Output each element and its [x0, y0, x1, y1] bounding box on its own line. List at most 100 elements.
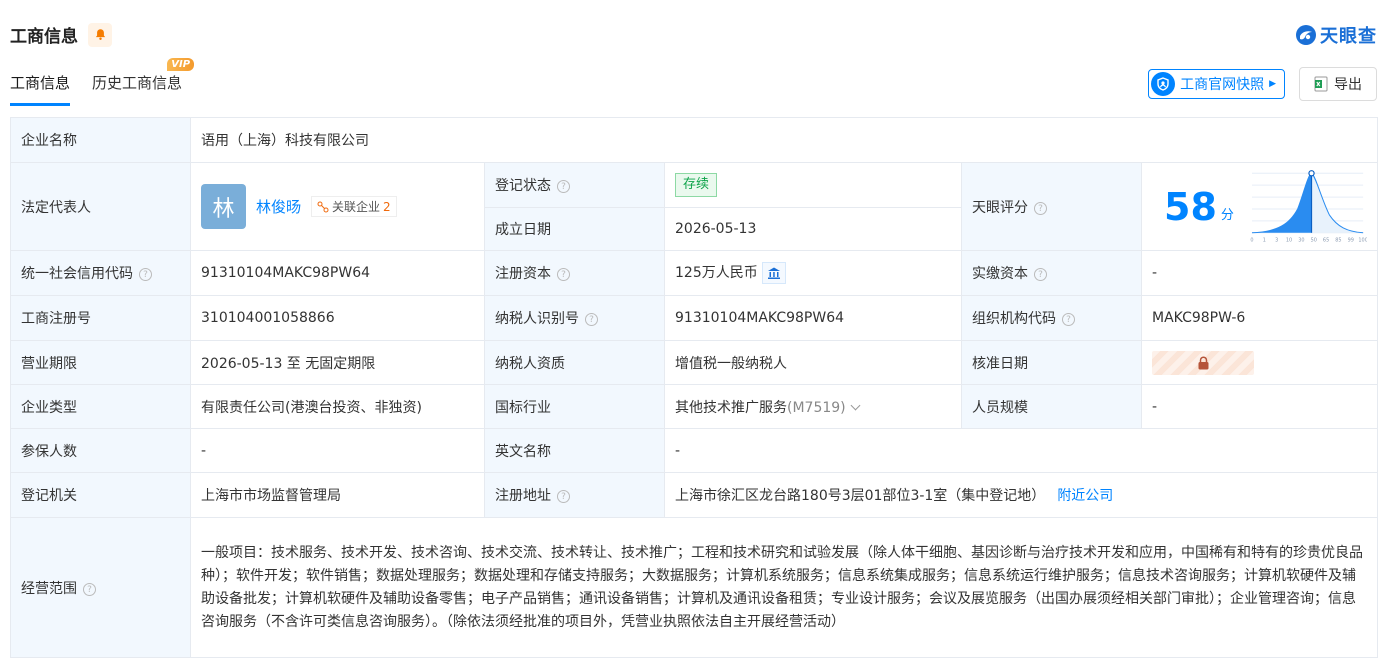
tab-bar: 工商信息 历史工商信息 VIP [10, 58, 195, 106]
official-snapshot-button[interactable]: 工商官网快照 ▶ [1148, 69, 1285, 99]
table-row: 登记机关 上海市市场监督管理局 注册地址? 上海市徐汇区龙台路180号3层01部… [10, 472, 1379, 518]
help-icon[interactable]: ? [557, 490, 570, 503]
label-founded: 成立日期 [484, 207, 665, 251]
bell-icon[interactable] [88, 22, 112, 47]
brand-logo: 天眼查 [1295, 22, 1377, 48]
help-icon[interactable]: ? [1034, 201, 1047, 215]
snapshot-label: 工商官网快照 [1180, 77, 1265, 93]
label-text: 天眼评分 [972, 199, 1028, 216]
approve-date-cell [1140, 340, 1379, 385]
score-axis-tick: 99 [1348, 237, 1354, 243]
help-icon[interactable]: ? [83, 582, 96, 596]
industry-cell[interactable]: 其他技术推广服务(M7519) [664, 384, 962, 429]
label-text: 纳税人识别号 [495, 311, 579, 327]
business-scope: 一般项目：技术服务、技术开发、技术咨询、技术交流、技术转让、技术推广；工程和技术… [189, 517, 1379, 658]
label-term: 营业期限 [10, 340, 191, 385]
business-info-table: 企业名称 语用（上海）科技有限公司 法定代表人 林 林俊旸 关联企业 2 登记状… [10, 117, 1379, 658]
bank-icon[interactable] [761, 262, 786, 284]
reg-status-cell: 存续 [664, 162, 962, 208]
caret-right-icon: ▶ [1269, 79, 1276, 89]
vip-badge: VIP [167, 58, 195, 71]
label-text: 注册资本 [495, 266, 551, 282]
score-axis-tick: 50 [1310, 237, 1316, 243]
section-header: 工商信息 [10, 22, 112, 47]
address-cell: 上海市徐汇区龙台路180号3层01部位3-1室（集中登记地） 附近公司 [663, 472, 1379, 518]
tab-label: 历史工商信息 [92, 74, 183, 92]
locked-value[interactable] [1152, 350, 1254, 375]
nearby-companies-link[interactable]: 附近公司 [1057, 488, 1113, 504]
label-legal-rep: 法定代表人 [10, 162, 191, 251]
related-label: 关联企业 [332, 200, 381, 214]
tianyancha-logo-icon [1296, 25, 1316, 45]
label-company-name: 企业名称 [10, 117, 191, 163]
reg-no: 310104001058866 [190, 295, 485, 341]
label-reg-no: 工商注册号 [10, 295, 191, 341]
tab-business-info[interactable]: 工商信息 [10, 72, 71, 106]
label-taxpayer: 纳税人资质 [484, 340, 665, 385]
related-companies-button[interactable]: 关联企业 2 [311, 196, 397, 217]
help-icon[interactable]: ? [1062, 313, 1075, 326]
table-row: 经营范围? 一般项目：技术服务、技术开发、技术咨询、技术交流、技术转让、技术推广… [10, 517, 1379, 658]
export-label: 导出 [1334, 77, 1362, 93]
shield-user-icon [1151, 72, 1176, 96]
help-icon[interactable]: ? [557, 268, 570, 281]
score-axis-tick: 65 [1323, 237, 1329, 243]
org-code: MAKC98PW-6 [1140, 295, 1379, 341]
english-name: - [663, 428, 1379, 473]
table-row: 企业类型 有限责任公司(港澳台投资、非独资) 国标行业 其他技术推广服务(M75… [10, 384, 1379, 429]
legal-rep-name-link[interactable]: 林俊旸 [256, 196, 301, 217]
label-org-code: 组织机构代码? [961, 295, 1142, 341]
label-text: 注册地址 [495, 488, 551, 504]
score-axis-tick: 30 [1298, 237, 1304, 243]
table-row: 营业期限 2026-05-13 至 无固定期限 纳税人资质 增值税一般纳税人 核… [10, 340, 1379, 385]
help-icon[interactable]: ? [557, 180, 570, 193]
score-distribution-chart: 0 1 3 10 30 50 65 85 99 100 [1250, 169, 1367, 243]
reg-authority: 上海市市场监督管理局 [190, 472, 485, 518]
paid-capital: - [1140, 250, 1379, 296]
lock-icon [1198, 356, 1208, 369]
excel-icon [1314, 76, 1328, 92]
score-axis-tick: 100 [1358, 237, 1367, 243]
score-axis-tick: 1 [1263, 237, 1266, 243]
label-paid-capital: 实缴资本? [961, 250, 1142, 296]
chevron-down-icon[interactable] [850, 400, 861, 410]
capital-cell: 125万人民币 [664, 250, 962, 296]
relation-icon [317, 201, 329, 212]
label-text: 实缴资本 [972, 266, 1028, 282]
table-row: 法定代表人 林 林俊旸 关联企业 2 登记状态? 存续 天眼评分? 58 分 0… [10, 162, 1379, 251]
label-insured: 参保人数 [10, 428, 191, 473]
founded-date: 2026-05-13 [664, 207, 962, 251]
status-badge: 存续 [675, 173, 718, 197]
tab-history-business-info[interactable]: 历史工商信息 VIP [92, 58, 195, 106]
table-row: 企业名称 语用（上海）科技有限公司 [10, 117, 1379, 163]
staff-size: - [1140, 384, 1379, 429]
table-row: 统一社会信用代码? 91310104MAKC98PW64 注册资本? 125万人… [10, 250, 1379, 296]
label-tax-id: 纳税人识别号? [484, 295, 665, 341]
score-axis-tick: 0 [1250, 237, 1253, 243]
score-cell[interactable]: 58 分 0 1 3 10 30 50 65 85 99 100 [1140, 162, 1379, 251]
label-staff: 人员规模 [961, 384, 1142, 429]
tax-id: 91310104MAKC98PW64 [664, 295, 962, 341]
label-text: 统一社会信用代码 [21, 266, 133, 282]
avatar[interactable]: 林 [201, 184, 246, 229]
score-unit: 分 [1220, 208, 1234, 223]
label-text: 经营范围 [21, 580, 77, 597]
label-text: 登记状态 [495, 178, 551, 194]
industry-code: (M7519) [787, 399, 846, 416]
score-value: 58 [1164, 184, 1217, 229]
label-reg-status: 登记状态? [484, 162, 665, 208]
export-button[interactable]: 导出 [1299, 67, 1377, 101]
taxpayer-qualification: 增值税一般纳税人 [664, 340, 962, 385]
table-row: 工商注册号 310104001058866 纳税人识别号? 91310104MA… [10, 295, 1379, 341]
industry-value: 其他技术推广服务 [675, 399, 787, 416]
action-bar: 工商官网快照 ▶ 导出 [1148, 67, 1377, 101]
help-icon[interactable]: ? [139, 268, 152, 281]
brand-name: 天眼查 [1320, 26, 1377, 47]
company-name: 语用（上海）科技有限公司 [189, 117, 1379, 163]
label-approve-date: 核准日期 [961, 340, 1142, 385]
help-icon[interactable]: ? [1034, 268, 1047, 281]
help-icon[interactable]: ? [585, 313, 598, 326]
label-text: 组织机构代码 [972, 311, 1056, 327]
company-type: 有限责任公司(港澳台投资、非独资) [190, 384, 485, 429]
insured-count: - [190, 428, 485, 473]
